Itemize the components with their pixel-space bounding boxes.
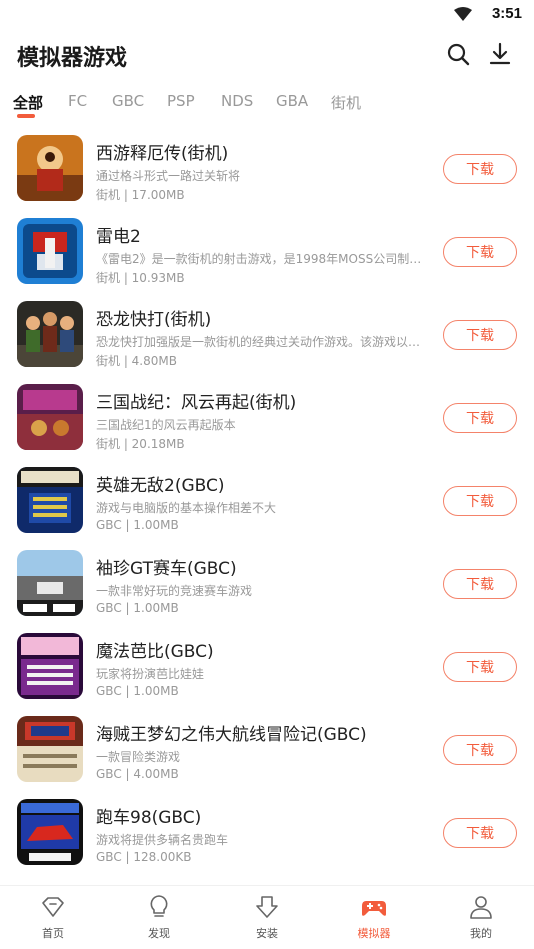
download-button[interactable]: 下载 (443, 818, 517, 848)
game-thumbnail (17, 467, 83, 533)
list-item[interactable]: 袖珍GT赛车(GBC) 一款非常好玩的竞速赛车游戏 GBC | 1.00MB 下… (0, 542, 534, 625)
game-name: 雷电2 (96, 227, 141, 247)
game-thumbnail (17, 218, 83, 284)
nav-label: 发现 (148, 927, 170, 940)
status-time: 3:51 (491, 5, 522, 22)
game-meta: GBC | 128.00KB (96, 850, 192, 864)
nav-emulator[interactable]: 模拟器 (334, 892, 414, 948)
game-name: 英雄无敌2(GBC) (96, 476, 225, 496)
download-button[interactable]: 下载 (443, 154, 517, 184)
tab-fc[interactable]: FC (68, 92, 87, 110)
game-description: 三国战纪1的风云再起版本 (96, 418, 236, 432)
search-icon[interactable] (446, 42, 470, 66)
nav-install[interactable]: 安装 (227, 892, 307, 948)
download-button[interactable]: 下载 (443, 403, 517, 433)
bottom-nav: 首页 发现 安装 模拟器 我的 (0, 885, 534, 949)
game-description: 一款非常好玩的竞速赛车游戏 (96, 584, 253, 598)
nav-label: 安装 (256, 927, 278, 940)
list-item[interactable]: 魔法芭比(GBC) 玩家将扮演芭比娃娃 GBC | 1.00MB 下载 (0, 625, 534, 708)
list-item[interactable]: 雷电2 《雷电2》是一款街机的射击游戏，是1998年MOSS公司制作的 街机 |… (0, 210, 534, 293)
tab-nds[interactable]: NDS (221, 92, 253, 110)
download-button[interactable]: 下载 (443, 735, 517, 765)
game-meta: GBC | 1.00MB (96, 684, 179, 698)
game-name: 恐龙快打(街机) (96, 310, 212, 330)
game-description: 《雷电2》是一款街机的射击游戏，是1998年MOSS公司制作的 (96, 252, 431, 266)
game-meta: 街机 | 4.80MB (96, 354, 177, 368)
download-button[interactable]: 下载 (443, 237, 517, 267)
game-description: 通过格斗形式一路过关斩将 (96, 169, 241, 183)
tab-active-indicator (17, 114, 35, 118)
download-button[interactable]: 下载 (443, 486, 517, 516)
download-button[interactable]: 下载 (443, 320, 517, 350)
game-thumbnail (17, 301, 83, 367)
game-meta: 街机 | 20.18MB (96, 437, 185, 451)
game-meta: 街机 | 17.00MB (96, 188, 185, 202)
download-icon[interactable] (488, 42, 512, 66)
nav-label: 我的 (470, 927, 492, 940)
game-name: 跑车98(GBC) (96, 808, 202, 828)
app-header: 模拟器游戏 (0, 30, 534, 80)
tab-gbc[interactable]: GBC (112, 92, 144, 110)
game-thumbnail (17, 799, 83, 865)
home-diamond-icon (42, 897, 64, 917)
tab-arcade[interactable]: 街机 (331, 92, 361, 113)
game-meta: GBC | 1.00MB (96, 601, 179, 615)
tab-gba[interactable]: GBA (276, 92, 308, 110)
nav-mine[interactable]: 我的 (441, 892, 521, 948)
list-item[interactable]: 三国战纪：风云再起(街机) 三国战纪1的风云再起版本 街机 | 20.18MB … (0, 376, 534, 459)
install-arrow-icon (256, 896, 278, 918)
list-item[interactable]: 西游释厄传(街机) 通过格斗形式一路过关斩将 街机 | 17.00MB 下载 (0, 127, 534, 210)
game-thumbnail (17, 384, 83, 450)
lightbulb-icon (150, 895, 168, 917)
download-button[interactable]: 下载 (443, 652, 517, 682)
game-name: 魔法芭比(GBC) (96, 642, 214, 662)
nav-label: 首页 (42, 927, 64, 940)
game-thumbnail (17, 716, 83, 782)
status-bar: 3:51 (0, 0, 534, 30)
game-thumbnail (17, 550, 83, 616)
game-name: 三国战纪：风云再起(街机) (96, 393, 297, 413)
list-item[interactable]: 跑车98(GBC) 游戏将提供多辆名贵跑车 GBC | 128.00KB 下载 (0, 791, 534, 874)
list-item[interactable]: 海贼王梦幻之伟大航线冒险记(GBC) 一款冒险类游戏 GBC | 4.00MB … (0, 708, 534, 791)
nav-home[interactable]: 首页 (13, 892, 93, 948)
list-item[interactable]: 英雄无敌2(GBC) 游戏与电脑版的基本操作相差不大 GBC | 1.00MB … (0, 459, 534, 542)
game-name: 海贼王梦幻之伟大航线冒险记(GBC) (96, 725, 367, 745)
person-icon (470, 896, 492, 919)
gamepad-icon (362, 901, 386, 916)
game-meta: GBC | 1.00MB (96, 518, 179, 532)
wifi-icon (454, 7, 472, 21)
nav-label: 模拟器 (357, 927, 391, 940)
game-name: 袖珍GT赛车(GBC) (96, 559, 237, 579)
game-description: 一款冒险类游戏 (96, 750, 181, 764)
game-thumbnail (17, 135, 83, 201)
game-description: 玩家将扮演芭比娃娃 (96, 667, 205, 681)
game-thumbnail (17, 633, 83, 699)
game-meta: 街机 | 10.93MB (96, 271, 185, 285)
page-title: 模拟器游戏 (17, 46, 128, 71)
category-tabs: 全部 FC GBC PSP NDS GBA 街机 (0, 88, 534, 124)
game-description: 游戏与电脑版的基本操作相差不大 (96, 501, 277, 515)
game-name: 西游释厄传(街机) (96, 144, 229, 164)
nav-discover[interactable]: 发现 (119, 892, 199, 948)
list-item[interactable]: 恐龙快打(街机) 恐龙快打加强版是一款街机的经典过关动作游戏。该游戏以恐龙为主题… (0, 293, 534, 376)
game-description: 恐龙快打加强版是一款街机的经典过关动作游戏。该游戏以恐龙为主题 (96, 335, 431, 349)
tab-all[interactable]: 全部 (13, 92, 43, 113)
download-button[interactable]: 下载 (443, 569, 517, 599)
tab-psp[interactable]: PSP (167, 92, 195, 110)
game-description: 游戏将提供多辆名贵跑车 (96, 833, 229, 847)
game-meta: GBC | 4.00MB (96, 767, 179, 781)
